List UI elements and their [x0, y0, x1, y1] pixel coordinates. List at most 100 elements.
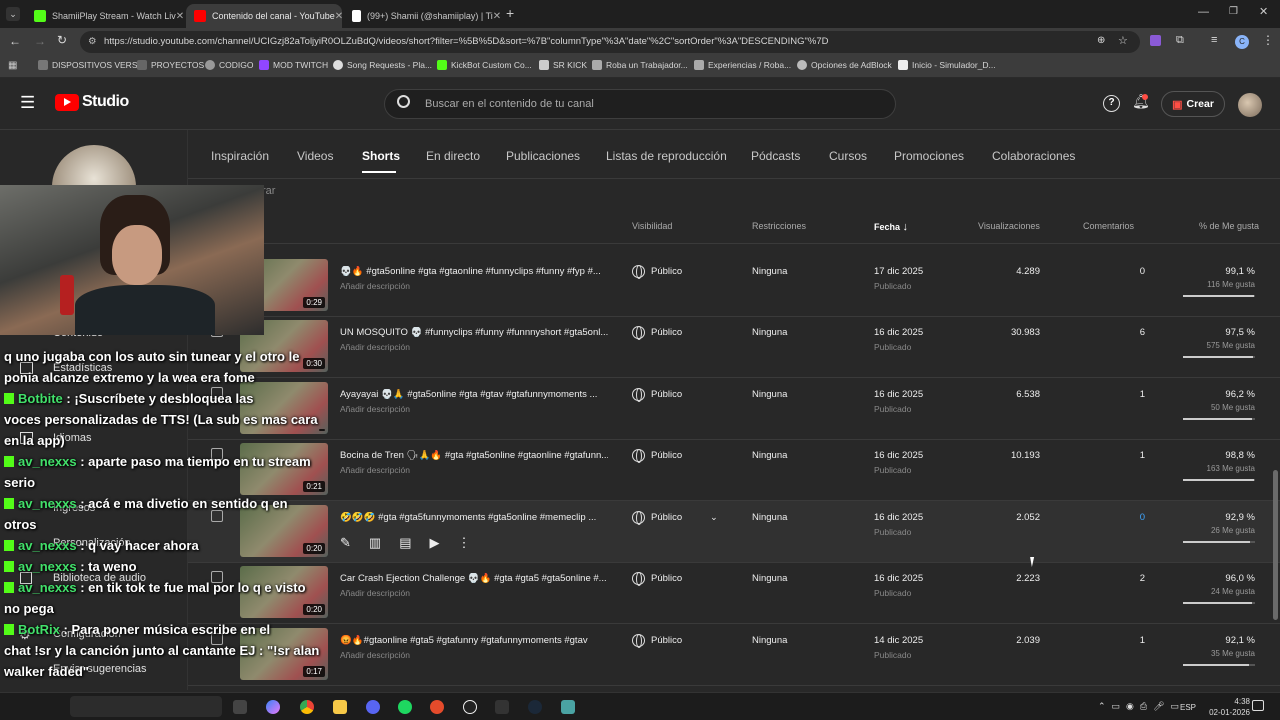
back-icon[interactable]: ← [9, 34, 21, 48]
minimize-button[interactable]: — [1198, 6, 1209, 18]
bookmark-item[interactable]: KickBot Custom Co... [437, 60, 532, 70]
analytics-icon[interactable]: ▥ [369, 535, 381, 551]
bookmark-item[interactable]: CODIGO [205, 60, 253, 70]
visibility-cell[interactable]: Público [632, 265, 682, 279]
close-icon[interactable]: ✕ [176, 11, 184, 22]
visibility-cell[interactable]: Público ⌄ [632, 511, 718, 525]
file-explorer-icon[interactable] [333, 700, 347, 714]
more-options-icon[interactable]: ⋮ [458, 535, 471, 551]
bookmark-item[interactable]: MOD TWITCH [259, 60, 328, 70]
taskbar-search-field[interactable] [70, 696, 222, 717]
tab-live[interactable]: En directo [426, 149, 480, 163]
tab-podcasts[interactable]: Pódcasts [751, 149, 800, 163]
header-visibility[interactable]: Visibilidad [632, 221, 672, 231]
tab-youtube-studio[interactable]: Contenido del canal - YouTube ✕ [186, 4, 342, 28]
header-views[interactable]: Visualizaciones [978, 221, 1040, 231]
close-icon[interactable]: ✕ [335, 11, 342, 22]
spotify-icon[interactable] [398, 700, 412, 714]
bookmark-item[interactable]: Song Requests - Pla... [333, 60, 432, 70]
language-indicator[interactable]: ESP [1180, 703, 1196, 712]
zoom-icon[interactable]: ⊕ [1097, 35, 1105, 46]
close-icon[interactable]: ✕ [493, 11, 500, 22]
video-title[interactable]: Car Crash Ejection Challenge 💀🔥 #gta #gt… [340, 573, 608, 584]
channel-avatar[interactable] [1238, 93, 1262, 117]
video-title[interactable]: UN MOSQUITO 💀 #funnyclips #funny #funnny… [340, 327, 608, 338]
tab-promotions[interactable]: Promociones [894, 149, 964, 163]
bookmark-item[interactable]: Experiencias / Roba... [694, 60, 791, 70]
visibility-cell[interactable]: Público [632, 634, 682, 648]
steam-icon[interactable] [528, 700, 542, 714]
table-row[interactable]: 0:20 🤣🤣🤣 #gta #gta5funnymoments #gta5onl… [188, 501, 1280, 563]
video-title[interactable]: 💀🔥 #gta5online #gta #gtaonline #funnycli… [340, 266, 608, 277]
header-likes[interactable]: % de Me gusta [1199, 221, 1259, 231]
new-tab-button[interactable]: + [506, 5, 514, 21]
chrome-icon[interactable] [300, 700, 314, 714]
visibility-cell[interactable]: Público [632, 449, 682, 463]
create-button[interactable]: ▣ Crear [1161, 91, 1225, 117]
extension-icon[interactable] [1150, 35, 1161, 46]
bookmark-star-icon[interactable]: ☆ [1118, 34, 1128, 47]
table-row[interactable]: 0:21 Bocina de Tren 🗣🙏🔥 #gta #gta5online… [188, 439, 1280, 501]
header-comments[interactable]: Comentarios [1083, 221, 1134, 231]
help-icon[interactable]: ? [1103, 95, 1120, 112]
video-title[interactable]: Bocina de Tren 🗣🙏🔥 #gta #gta5online #gta… [340, 450, 608, 461]
edit-pencil-icon[interactable]: ✎ [340, 535, 351, 551]
tab-videos[interactable]: Videos [297, 149, 333, 163]
bookmark-item[interactable]: Inicio - Simulador_D... [898, 60, 996, 70]
bookmark-item[interactable]: Opciones de AdBlock [797, 60, 892, 70]
close-window-button[interactable]: ✕ [1259, 5, 1268, 18]
visibility-cell[interactable]: Público [632, 326, 682, 340]
epic-games-icon[interactable] [495, 700, 509, 714]
visibility-cell[interactable]: Público [632, 572, 682, 586]
discord-icon[interactable] [366, 700, 380, 714]
video-description[interactable]: Añadir descripción [340, 281, 410, 291]
bookmark-item[interactable]: SR KICK [539, 60, 587, 70]
video-title[interactable]: Ayayayai 💀🙏 #gta5online #gta #gtav #gtaf… [340, 389, 608, 400]
video-title[interactable]: 😡🔥#gtaonline #gta5 #gtafunny #gtafunnymo… [340, 635, 608, 646]
table-row[interactable]: 0:30 UN MOSQUITO 💀 #funnyclips #funny #f… [188, 316, 1280, 378]
notification-center-icon[interactable] [1252, 700, 1264, 711]
clock[interactable]: 4:38 02-01-2026 [1209, 696, 1250, 718]
browser-menu-icon[interactable]: ⋮ [1262, 33, 1274, 47]
search-icon[interactable] [397, 95, 410, 108]
profile-avatar[interactable]: C [1235, 35, 1249, 49]
bookmark-item[interactable]: Roba un Trabajador... [592, 60, 688, 70]
tab-kick[interactable]: ShamiiPlay Stream - Watch Liv ✕ [26, 4, 184, 28]
video-description[interactable]: Añadir descripción [340, 650, 410, 660]
obs-icon[interactable] [463, 700, 477, 714]
header-restrictions[interactable]: Restricciones [752, 221, 806, 231]
search-input[interactable]: Buscar en el contenido de tu canal [384, 89, 896, 119]
bookmark-item[interactable]: PROYECTOS [137, 60, 204, 70]
tab-courses[interactable]: Cursos [829, 149, 867, 163]
task-view-icon[interactable] [233, 700, 247, 714]
youtube-view-icon[interactable]: ▶ [430, 535, 440, 551]
app-icon-teal[interactable] [561, 700, 575, 714]
tab-collaborations[interactable]: Colaboraciones [992, 149, 1075, 163]
tab-playlists[interactable]: Listas de reproducción [606, 149, 727, 163]
bookmark-item[interactable]: DISPOSITIVOS VERSE [38, 60, 143, 70]
table-row[interactable]: Ayayayai 💀🙏 #gta5online #gta #gtav #gtaf… [188, 378, 1280, 440]
header-date[interactable]: Fecha ↓ [874, 221, 908, 233]
scrollbar-thumb[interactable] [1273, 470, 1278, 620]
url-input[interactable]: ⚙ https://studio.youtube.com/channel/UCI… [80, 31, 1140, 53]
app-icon-red[interactable] [430, 700, 444, 714]
video-title[interactable]: 🤣🤣🤣 #gta #gta5funnymoments #gta5online #… [340, 512, 608, 523]
tab-inspiration[interactable]: Inspiración [211, 149, 269, 163]
visibility-cell[interactable]: Público [632, 388, 682, 402]
site-info-icon[interactable]: ⚙ [88, 31, 97, 53]
tray-icons[interactable]: ⌃▭◉⎙🎤︎▭ [1098, 701, 1185, 712]
apps-grid-icon[interactable]: ▦ [8, 60, 17, 71]
tab-shorts[interactable]: Shorts [362, 149, 400, 163]
media-icon[interactable]: ≡ [1211, 34, 1217, 46]
tab-tiktok[interactable]: (99+) Shamii (@shamiiplay) | Ti ✕ [344, 4, 500, 28]
video-description[interactable]: Añadir descripción [340, 588, 410, 598]
comments-icon[interactable]: ▤ [399, 535, 411, 551]
table-row[interactable]: 0:20 Car Crash Ejection Challenge 💀🔥 #gt… [188, 562, 1280, 624]
video-description[interactable]: Añadir descripción [340, 342, 410, 352]
forward-icon[interactable]: → [34, 34, 46, 48]
tab-posts[interactable]: Publicaciones [506, 149, 580, 163]
maximize-button[interactable]: ❐ [1229, 6, 1238, 17]
hamburger-menu-icon[interactable]: ☰ [20, 94, 35, 111]
studio-logo[interactable]: Studio [55, 93, 129, 111]
extensions-puzzle-icon[interactable]: ⧉ [1176, 34, 1184, 47]
